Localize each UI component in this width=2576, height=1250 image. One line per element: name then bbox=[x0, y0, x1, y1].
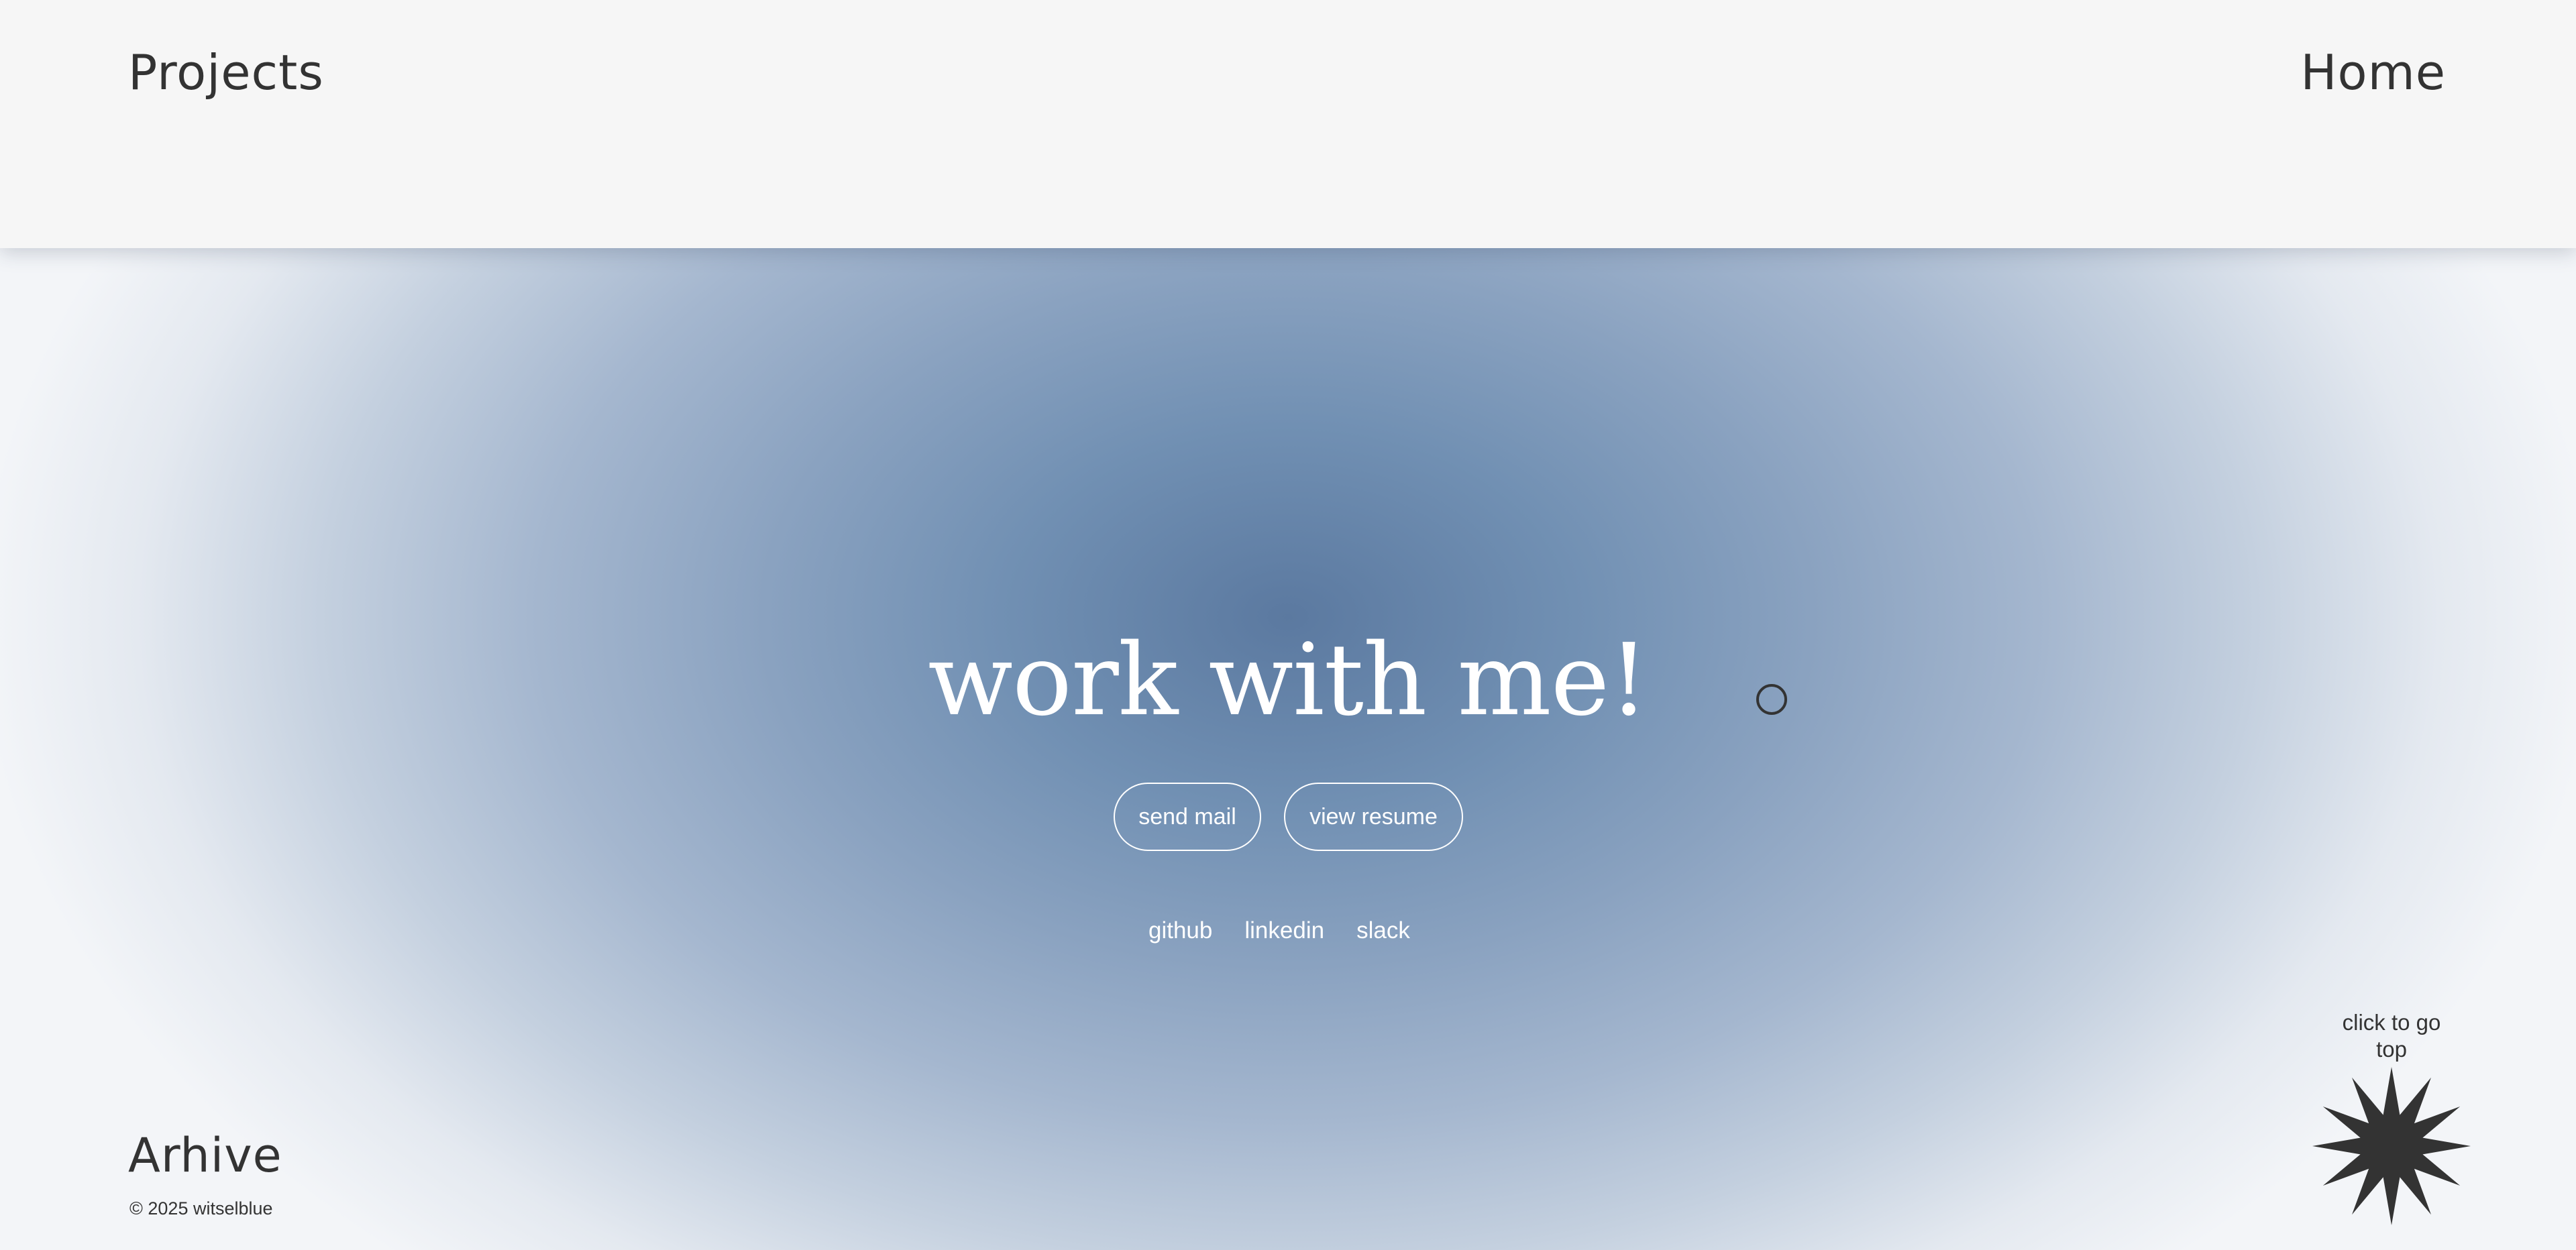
slack-link[interactable]: slack bbox=[1356, 919, 1410, 942]
site-header: Projects Home bbox=[0, 0, 2576, 248]
send-mail-button[interactable]: send mail bbox=[1114, 783, 1261, 851]
hero-title: work with me! bbox=[928, 622, 1649, 738]
copyright-text: © 2025 witselblue bbox=[129, 1198, 273, 1218]
archive-title[interactable]: Arhive bbox=[128, 1132, 282, 1179]
go-top-button[interactable]: click to go top bbox=[2308, 1009, 2475, 1227]
view-resume-button[interactable]: view resume bbox=[1284, 783, 1463, 851]
github-link[interactable]: github bbox=[1148, 919, 1212, 942]
starburst-icon[interactable] bbox=[2311, 1066, 2472, 1227]
go-top-label: click to go top bbox=[2342, 1010, 2441, 1062]
cta-button-group: send mail view resume bbox=[1114, 783, 1463, 851]
social-links: github linkedin slack bbox=[1148, 919, 1410, 942]
nav-home-link[interactable]: Home bbox=[2300, 48, 2446, 97]
nav-projects-link[interactable]: Projects bbox=[128, 48, 324, 97]
linkedin-link[interactable]: linkedin bbox=[1244, 919, 1324, 942]
cursor-ring-icon bbox=[1756, 684, 1787, 715]
hero-section: work with me! send mail view resume gith… bbox=[0, 248, 2576, 1250]
